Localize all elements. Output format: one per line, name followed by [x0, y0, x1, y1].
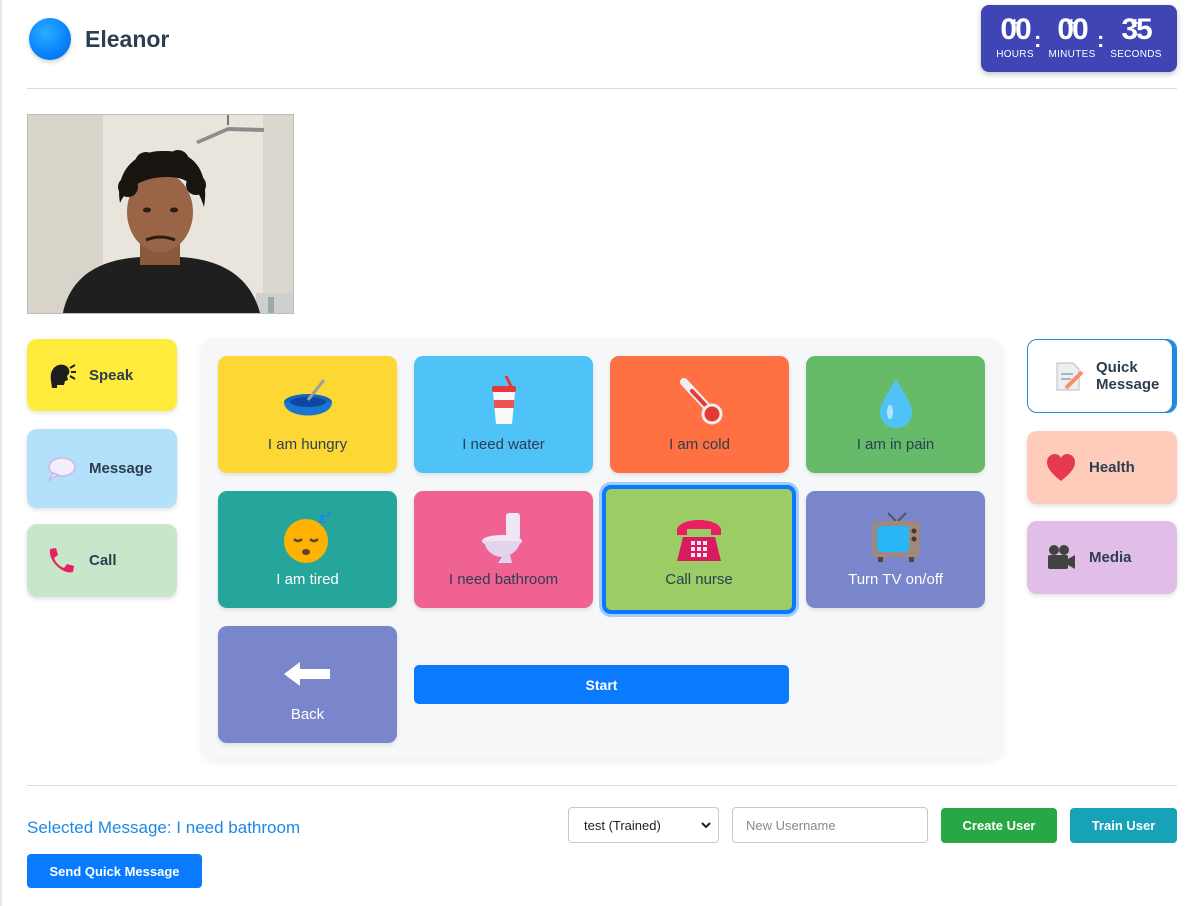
tile-i-am-hungry[interactable]: I am hungry [218, 356, 397, 473]
heart-icon [1045, 452, 1077, 484]
timer-minutes-label: MINUTES [1048, 49, 1096, 60]
tile-i-am-in-pain[interactable]: I am in pain [806, 356, 985, 473]
send-quick-message-button[interactable]: Send Quick Message [27, 854, 202, 888]
footer-divider [27, 785, 1177, 786]
media-button[interactable]: Media [1027, 521, 1177, 594]
tile-i-am-cold[interactable]: I am cold [610, 356, 789, 473]
health-button[interactable]: Health [1027, 431, 1177, 504]
tile-label: Call nurse [665, 571, 733, 588]
user-name: Eleanor [85, 26, 170, 52]
train-user-button[interactable]: Train User [1070, 808, 1177, 843]
tile-label: I need bathroom [448, 571, 559, 588]
left-arrow-icon [280, 644, 336, 700]
speak-button[interactable]: Speak [27, 339, 177, 411]
page-border [0, 0, 2, 906]
bowl-icon [280, 374, 336, 430]
user-select-value: test (Trained) [584, 817, 661, 833]
tile-label: I am in pain [856, 436, 935, 453]
speech-balloon-icon [45, 453, 77, 485]
speak-label: Speak [89, 366, 134, 384]
header-divider [27, 88, 1177, 89]
user-select[interactable]: test (Trained) [568, 807, 719, 843]
memo-icon [1052, 360, 1084, 392]
chevron-down-icon [700, 819, 712, 834]
tile-turn-tv-on-off[interactable]: Turn TV on/off [806, 491, 985, 608]
message-label: Message [89, 460, 153, 477]
quick-message-button[interactable]: Quick Message [1027, 339, 1177, 413]
movie-camera-icon [1045, 542, 1077, 574]
telephone-icon [671, 509, 727, 565]
tile-i-am-tired[interactable]: zz I am tired [218, 491, 397, 608]
new-username-input[interactable] [732, 807, 928, 843]
call-button[interactable]: Call [27, 524, 177, 597]
session-timer: +00 HOURS : +00 MINUTES : +35 SECONDS [981, 5, 1177, 72]
timer-seconds-label: SECONDS [1110, 49, 1162, 60]
tile-label: Turn TV on/off [848, 571, 943, 588]
webcam-feed [27, 114, 294, 314]
create-user-button[interactable]: Create User [941, 808, 1057, 843]
telephone-receiver-icon [45, 545, 77, 577]
svg-text:z: z [326, 509, 332, 520]
timer-separator: : [1097, 27, 1105, 52]
timer-minutes: +00 MINUTES [1044, 13, 1100, 60]
call-label: Call [89, 552, 117, 569]
selected-message: Selected Message: I need bathroom [27, 818, 301, 837]
health-label: Health [1089, 459, 1135, 476]
tile-i-need-bathroom[interactable]: I need bathroom [414, 491, 593, 608]
message-button[interactable]: Message [27, 429, 177, 508]
cup-with-straw-icon [476, 374, 532, 430]
media-label: Media [1089, 549, 1132, 566]
tile-back[interactable]: Back [218, 626, 397, 743]
tile-label: Back [290, 706, 325, 723]
quick-message-label: Quick Message [1096, 359, 1160, 393]
start-button[interactable]: Start [414, 665, 789, 704]
television-icon [868, 509, 924, 565]
tile-label: I am hungry [267, 436, 348, 453]
tile-label: I am tired [276, 571, 339, 588]
toilet-icon [476, 509, 532, 565]
timer-separator: : [1034, 27, 1042, 52]
tile-label: I am cold [669, 436, 730, 453]
sleeping-face-icon: zz [280, 509, 336, 565]
speaking-head-icon [45, 359, 77, 391]
thermometer-icon [672, 374, 728, 430]
tile-i-need-water[interactable]: I need water [414, 356, 593, 473]
droplet-icon [868, 374, 924, 430]
tile-label: I need water [462, 436, 545, 453]
tile-call-nurse[interactable]: Call nurse [602, 485, 796, 614]
avatar [29, 18, 71, 60]
timer-seconds: +35 SECONDS [1108, 13, 1164, 60]
svg-text:z: z [318, 511, 326, 527]
